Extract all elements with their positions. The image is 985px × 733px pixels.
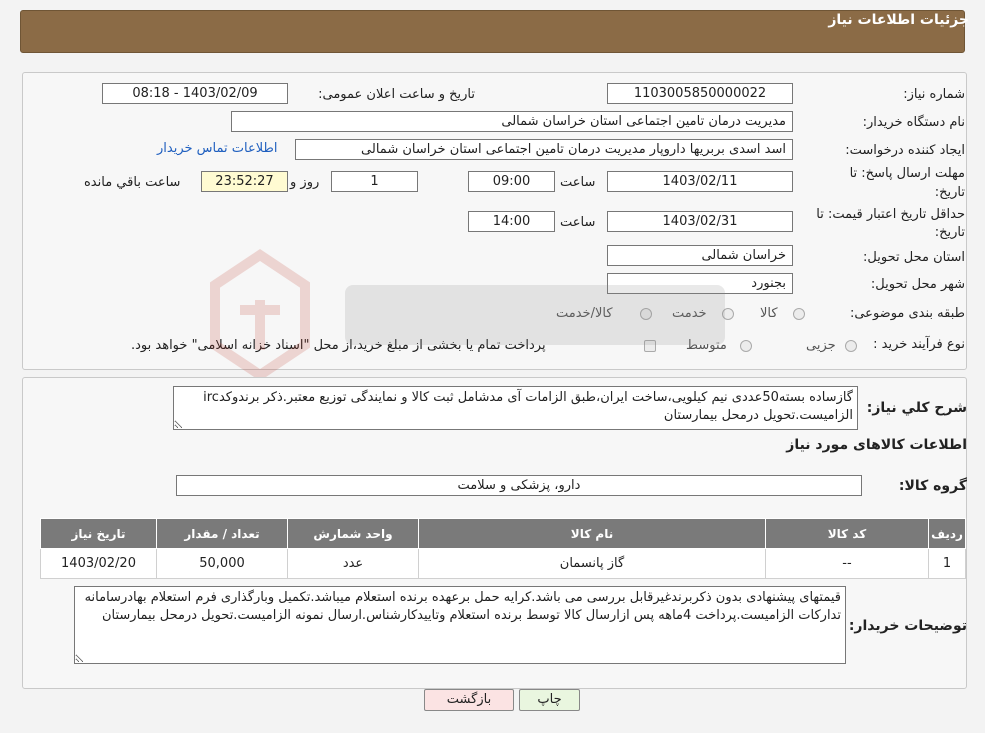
province-field: خراسان شمالی xyxy=(607,245,793,266)
col-name: نام کالا xyxy=(418,518,766,549)
city-field: بجنورد xyxy=(607,273,793,294)
process-note: پرداخت تمام یا بخشی از مبلغ خرید،از محل … xyxy=(131,338,546,353)
col-qty: تعداد / مقدار xyxy=(156,518,288,549)
items-table-wrap: ردیف کد کالا نام کالا واحد شمارش تعداد /… xyxy=(40,518,966,579)
cell-date: 1403/02/20 xyxy=(40,548,157,579)
process-note-checkbox[interactable] xyxy=(644,340,656,352)
buyer-label: نام دستگاه خریدار: xyxy=(862,115,965,130)
cell-row: 1 xyxy=(928,548,966,579)
creator-label: ایجاد کننده درخواست: xyxy=(845,143,965,158)
cell-qty: 50,000 xyxy=(156,548,288,579)
announce-field: 1403/02/09 - 08:18 xyxy=(102,83,288,104)
goods-group-field: دارو، پزشکی و سلامت xyxy=(176,475,862,496)
deadline-label: مهلت ارسال پاسخ: تا xyxy=(849,166,965,181)
col-date: تاریخ نیاز xyxy=(40,518,157,549)
remaining-time-field: 23:52:27 xyxy=(201,171,288,192)
city-label: شهر محل تحویل: xyxy=(870,277,965,292)
cell-unit: عدد xyxy=(287,548,419,579)
items-table-header: ردیف کد کالا نام کالا واحد شمارش تعداد /… xyxy=(40,518,966,549)
process-minor-label: جزیی xyxy=(806,338,836,353)
print-button[interactable]: چاپ xyxy=(519,689,580,711)
validity-time-label: ساعت xyxy=(560,215,596,230)
days-label: روز و xyxy=(290,175,320,190)
buyer-notes-label: توضیحات خریدار: xyxy=(848,618,967,634)
process-minor-radio[interactable] xyxy=(845,340,857,352)
category-goods-radio[interactable] xyxy=(793,308,805,320)
announce-label: تاریخ و ساعت اعلان عمومی: xyxy=(318,87,475,102)
page-title: جزئیات اطلاعات نیاز xyxy=(828,12,969,28)
deadline-label-date: تاریخ: xyxy=(934,185,965,200)
items-table: ردیف کد کالا نام کالا واحد شمارش تعداد /… xyxy=(40,518,966,579)
category-label: طبقه بندی موضوعی: xyxy=(849,306,965,321)
buyer-notes-textarea[interactable]: قیمتهای پیشنهادی بدون ذکربرندغیرقابل برر… xyxy=(74,586,846,664)
buyer-field: مدیریت درمان تامین اجتماعی استان خراسان … xyxy=(231,111,793,132)
validity-label-date: تاریخ: xyxy=(934,225,965,240)
deadline-time-label: ساعت xyxy=(560,175,596,190)
process-medium-radio[interactable] xyxy=(740,340,752,352)
days-field: 1 xyxy=(331,171,418,192)
validity-date-field: 1403/02/31 xyxy=(607,211,793,232)
table-row: 1 -- گاز پانسمان عدد 50,000 1403/02/20 xyxy=(40,548,966,579)
category-goods-service-radio[interactable] xyxy=(640,308,652,320)
category-service-label: خدمت xyxy=(672,306,707,321)
need-number-label: شماره نیاز: xyxy=(903,87,965,102)
summary-label: شرح کلي نیاز: xyxy=(866,400,967,416)
category-service-radio[interactable] xyxy=(722,308,734,320)
deadline-date-field: 1403/02/11 xyxy=(607,171,793,192)
col-code: کد کالا xyxy=(765,518,929,549)
cell-name: گاز پانسمان xyxy=(418,548,766,579)
validity-time-field: 14:00 xyxy=(468,211,555,232)
goods-section-title: اطلاعات کالاهای مورد نیاز xyxy=(786,437,967,453)
process-medium-label: متوسط xyxy=(686,338,727,353)
cell-code: -- xyxy=(765,548,929,579)
col-row: ردیف xyxy=(928,518,966,549)
remaining-time-label: ساعت باقي مانده xyxy=(84,175,181,190)
goods-group-label: گروه کالا: xyxy=(898,478,967,494)
category-goods-label: کالا xyxy=(760,306,778,321)
need-number-field: 1103005850000022 xyxy=(607,83,793,104)
province-label: استان محل تحویل: xyxy=(863,250,965,265)
header-bar xyxy=(20,10,965,53)
col-unit: واحد شمارش xyxy=(287,518,419,549)
buyer-contact-link[interactable]: اطلاعات تماس خریدار xyxy=(157,141,277,156)
category-goods-service-label: کالا/خدمت xyxy=(556,306,613,321)
deadline-time-field: 09:00 xyxy=(468,171,555,192)
creator-field: اسد اسدی بربریها داروپار مدیریت درمان تا… xyxy=(295,139,793,160)
back-button[interactable]: بازگشت xyxy=(424,689,514,711)
process-label: نوع فرآیند خرید : xyxy=(873,337,965,352)
validity-label: حداقل تاریخ اعتبار قیمت: تا xyxy=(816,207,965,222)
summary-textarea[interactable]: گازساده بسته50عددی نیم کیلویی،ساخت ایران… xyxy=(173,386,858,430)
